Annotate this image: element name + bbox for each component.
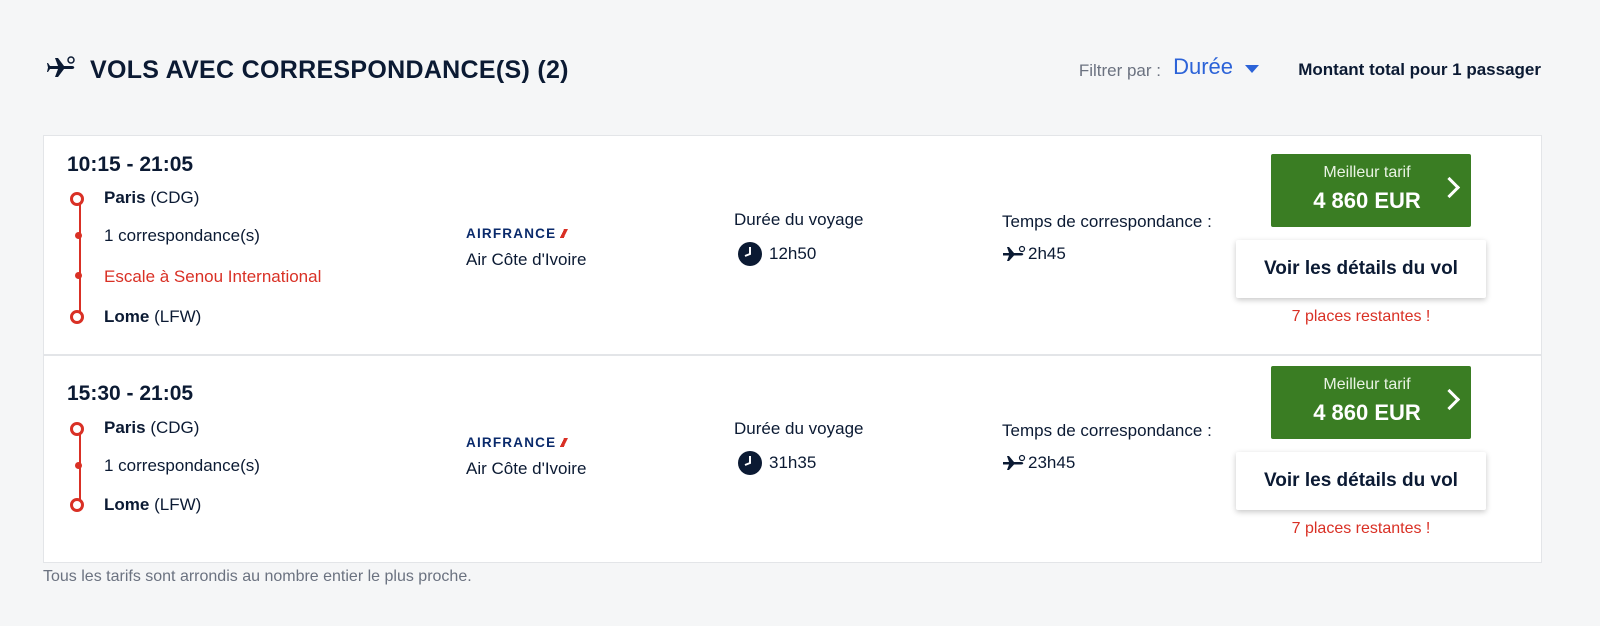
best-fare-label: Meilleur tarif (1323, 164, 1411, 181)
duration-value: 12h50 (769, 244, 817, 263)
price-value: 4 860 EUR (1313, 400, 1421, 425)
results-header: VOLS AVEC CORRESPONDANCE(S) (2) Filtrer … (46, 52, 1541, 92)
airline-name: Air Côte d'Ivoire (466, 250, 587, 269)
connection-time-value: 2h45 (1028, 244, 1066, 263)
duration-block: Durée du voyage 12h50 (734, 210, 864, 266)
connection-time-label: Temps de correspondance : (1002, 421, 1212, 440)
airfrance-logo: AIRFRANCE (466, 435, 570, 450)
connection-time-block: Temps de correspondance : 2h45 (1002, 212, 1212, 263)
price-value: 4 860 EUR (1313, 188, 1421, 213)
flight-details-button[interactable]: Voir les détails du vol (1236, 240, 1486, 298)
total-amount-label: Montant total pour 1 passager (1298, 60, 1541, 79)
flight-times: 15:30 - 21:05 (67, 382, 194, 405)
connection-count: 1 correspondance(s) (104, 226, 260, 245)
duration-label: Durée du voyage (734, 419, 864, 438)
route-line (79, 430, 81, 508)
stopover-label: Escale à Senou International (104, 267, 322, 286)
best-fare-button[interactable]: Meilleur tarif 4 860 EUR (1271, 154, 1471, 227)
fares-rounding-note: Tous les tarifs sont arrondis au nombre … (43, 568, 472, 585)
connection-time-value: 23h45 (1028, 453, 1076, 472)
connection-time-label: Temps de correspondance : (1002, 212, 1212, 231)
connection-marker (75, 232, 82, 239)
origin-airport: Paris (CDG) (104, 188, 200, 207)
connection-count: 1 correspondance(s) (104, 456, 260, 475)
connecting-flight-icon (1003, 245, 1026, 261)
chevron-down-icon[interactable] (1245, 65, 1259, 73)
destination-marker (70, 498, 84, 512)
clock-icon (738, 242, 762, 266)
route-line (79, 200, 81, 320)
destination-airport: Lome (LFW) (104, 495, 202, 514)
airline-name: Air Côte d'Ivoire (466, 459, 587, 478)
airfrance-logo: AIRFRANCE (466, 226, 570, 241)
connection-time-block: Temps de correspondance : 23h45 (1002, 421, 1212, 472)
connecting-flight-icon (47, 56, 75, 77)
flight-card: 15:30 - 21:05 Paris (CDG) 1 correspondan… (43, 355, 1542, 563)
origin-marker (70, 422, 84, 436)
destination-airport: Lome (LFW) (104, 307, 202, 326)
best-fare-button[interactable]: Meilleur tarif 4 860 EUR (1271, 366, 1471, 439)
seats-remaining: 7 places restantes ! (1291, 308, 1431, 325)
connecting-flight-icon (1003, 454, 1026, 470)
connection-marker (75, 462, 82, 469)
duration-label: Durée du voyage (734, 210, 864, 229)
origin-airport: Paris (CDG) (104, 418, 200, 437)
page-title: VOLS AVEC CORRESPONDANCE(S) (2) (90, 56, 569, 84)
flight-details-button[interactable]: Voir les détails du vol (1236, 452, 1486, 510)
duration-block: Durée du voyage 31h35 (734, 419, 864, 475)
destination-marker (70, 310, 84, 324)
filter-label: Filtrer par : (1078, 61, 1161, 80)
flight-times: 10:15 - 21:05 (67, 153, 194, 176)
clock-icon (738, 451, 762, 475)
origin-marker (70, 192, 84, 206)
stopover-marker (75, 272, 82, 279)
duration-value: 31h35 (769, 453, 817, 472)
flight-card: 10:15 - 21:05 Paris (CDG) 1 correspondan… (43, 135, 1542, 355)
sort-filter-dropdown[interactable]: Durée (1173, 54, 1233, 80)
seats-remaining: 7 places restantes ! (1291, 520, 1431, 537)
best-fare-label: Meilleur tarif (1323, 376, 1411, 393)
